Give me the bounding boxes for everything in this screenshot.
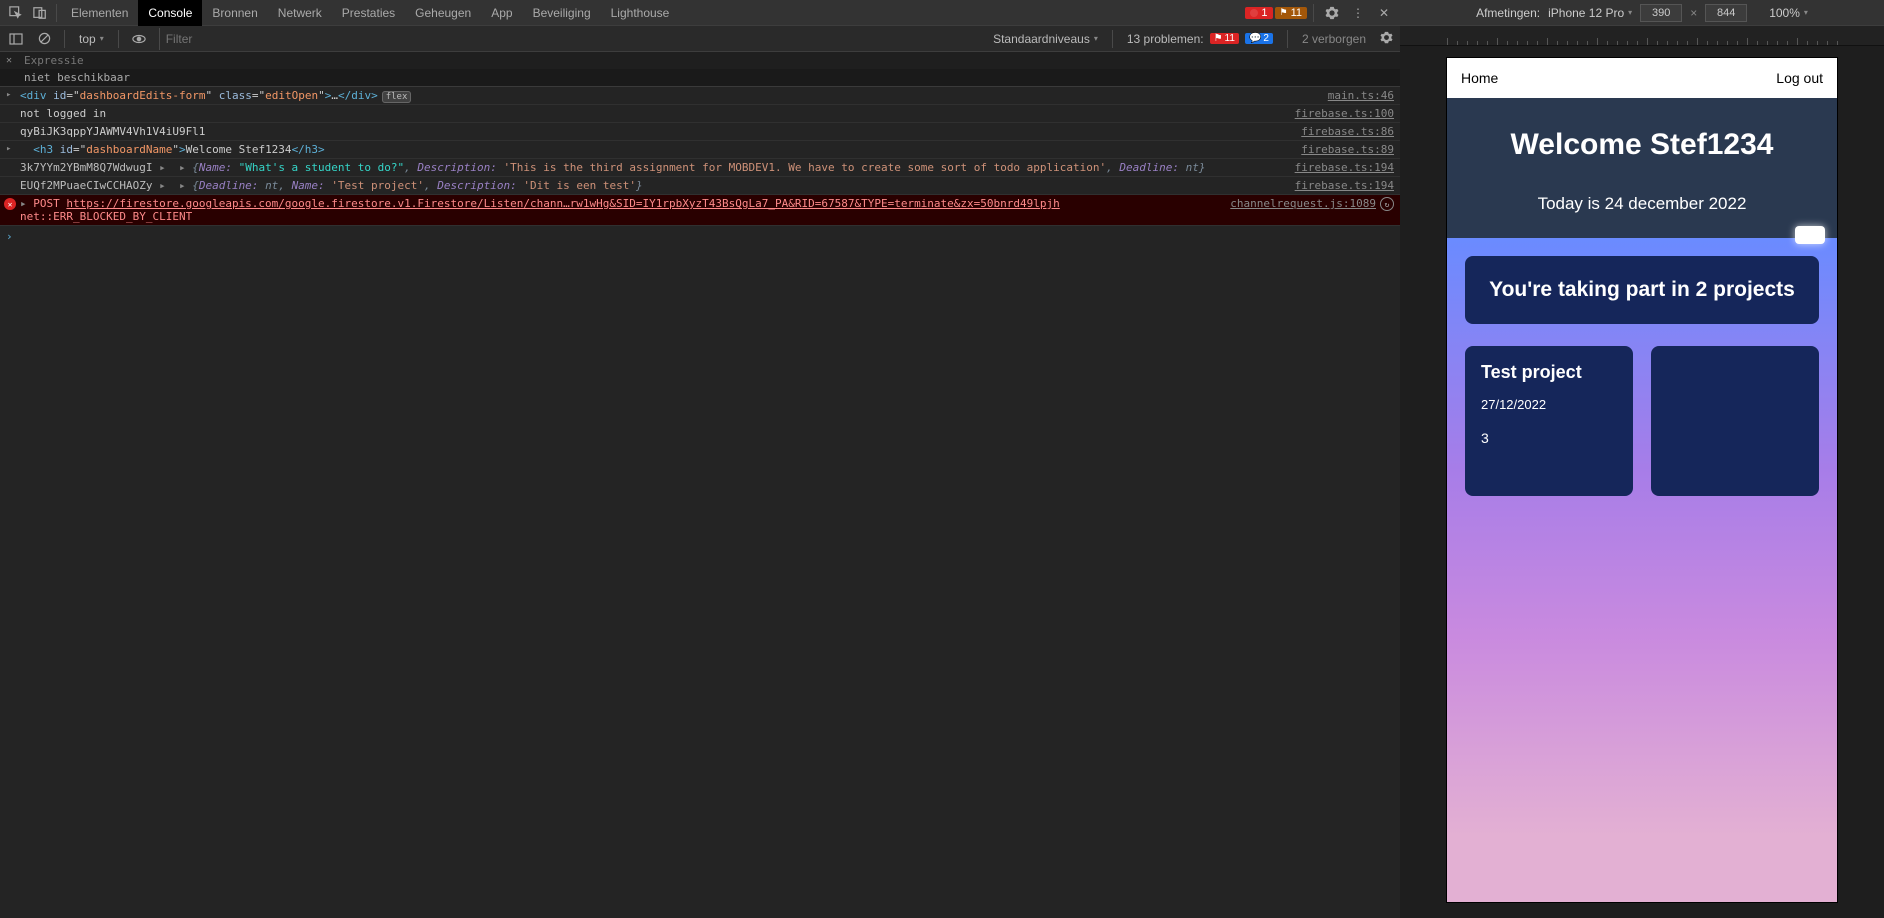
console-row[interactable]: ▸ <h3 id="dashboardName">Welcome Stef123… [0,141,1400,159]
error-icon: ✕ [4,198,16,210]
console-row[interactable]: ▸ <div id="dashboardEdits-form" class="ed… [0,87,1400,105]
ruler [1400,26,1884,46]
log-source-link[interactable]: firebase.ts:194 [1295,161,1394,174]
app-hero: Welcome Stef1234 Today is 24 december 20… [1447,98,1837,238]
app-navbar: Home Log out [1447,58,1837,98]
welcome-heading: Welcome Stef1234 [1463,128,1821,162]
phone-screen: Home Log out Welcome Stef1234 Today is 2… [1447,58,1837,902]
width-input[interactable] [1640,4,1682,22]
log-level-selector[interactable]: Standaardniveaus [993,32,1098,46]
projects-banner: You're taking part in 2 projects [1465,256,1819,324]
device-selector[interactable]: iPhone 12 Pro [1548,6,1632,20]
floating-button[interactable] [1795,226,1825,244]
more-icon[interactable]: ⋮ [1346,1,1370,25]
today-text: Today is 24 december 2022 [1463,194,1821,214]
tab-bronnen[interactable]: Bronnen [202,0,267,26]
hidden-count[interactable]: 2 verborgen [1302,32,1366,46]
log-source-link[interactable]: channelrequest.js:1089 [1230,197,1376,210]
log-source-link[interactable]: firebase.ts:100 [1295,107,1394,120]
filter-input[interactable] [159,28,989,50]
stack-icon[interactable]: ↻ [1380,197,1394,211]
inspect-icon[interactable] [4,1,28,25]
log-content: <h3 id="dashboardName">Welcome Stef1234<… [20,143,1291,156]
tab-geheugen[interactable]: Geheugen [405,0,481,26]
issues-count[interactable]: 13 problemen: ⚑ 11 💬 2 [1127,32,1273,46]
device-toolbar: Afmetingen: iPhone 12 Pro × 100% [1400,0,1884,26]
warning-badge[interactable]: 11 [1275,7,1308,19]
tab-console[interactable]: Console [138,0,202,26]
close-expression-icon[interactable]: ✕ [6,55,12,66]
live-expression[interactable]: ✕ Expressie [0,52,1400,69]
log-content: <div id="dashboardEdits-form" class="edi… [20,89,1318,102]
live-expression-result: niet beschikbaar [0,69,1400,87]
console-row[interactable]: EUQf2MPuaeCIwCCHAOZy ▸ ▸ {Deadline: nt, … [0,177,1400,195]
device-viewport: Home Log out Welcome Stef1234 Today is 2… [1400,46,1884,918]
log-source-link[interactable]: firebase.ts:89 [1301,143,1394,156]
devtools-panel: ElementenConsoleBronnenNetwerkPrestaties… [0,0,1400,918]
error-badge[interactable]: 1 [1245,7,1272,19]
console-row[interactable]: qyBiJK3qppYJAWMV4Vh1V4iU9Fl1 firebase.ts:… [0,123,1400,141]
log-content: EUQf2MPuaeCIwCCHAOZy ▸ ▸ {Deadline: nt, … [20,179,1285,192]
log-content: qyBiJK3qppYJAWMV4Vh1V4iU9Fl1 [20,125,1291,138]
toggle-sidebar-icon[interactable] [4,27,28,51]
tab-prestaties[interactable]: Prestaties [332,0,405,26]
tab-netwerk[interactable]: Netwerk [268,0,332,26]
console-prompt[interactable]: › [0,226,1400,247]
projects-grid: Test project 27/12/2022 3 [1465,346,1819,496]
log-content: ▸ POST https://firestore.googleapis.com/… [20,197,1220,223]
close-icon[interactable]: ✕ [1372,1,1396,25]
tab-elementen[interactable]: Elementen [61,0,138,26]
live-expression-icon[interactable] [127,27,151,51]
console-output: ▸ <div id="dashboardEdits-form" class="ed… [0,87,1400,918]
context-selector[interactable]: top [73,29,110,49]
project-card-empty[interactable] [1651,346,1819,496]
expand-icon[interactable]: ▸ [6,90,11,100]
log-source-link[interactable]: firebase.ts:86 [1301,125,1394,138]
nav-home-link[interactable]: Home [1461,70,1498,86]
log-source-link[interactable]: firebase.ts:194 [1295,179,1394,192]
flex-badge[interactable]: flex [382,91,412,103]
height-input[interactable] [1705,4,1747,22]
project-count: 3 [1481,430,1617,446]
expand-icon[interactable]: ▸ [6,144,11,154]
clear-console-icon[interactable] [32,27,56,51]
console-toolbar: top Standaardniveaus 13 problemen: ⚑ 11 … [0,26,1400,52]
console-settings-icon[interactable] [1376,31,1396,47]
project-date: 27/12/2022 [1481,397,1617,412]
dimensions-label: Afmetingen: [1476,6,1540,20]
main-tabs: ElementenConsoleBronnenNetwerkPrestaties… [0,0,1400,26]
zoom-selector[interactable]: 100% [1769,6,1808,20]
project-card[interactable]: Test project 27/12/2022 3 [1465,346,1633,496]
console-row[interactable]: ✕ ▸ POST https://firestore.googleapis.com… [0,195,1400,226]
device-toggle-icon[interactable] [28,1,52,25]
dimension-separator: × [1690,6,1697,20]
tab-beveiliging[interactable]: Beveiliging [523,0,601,26]
console-row[interactable]: not logged in firebase.ts:100 [0,105,1400,123]
device-panel: Afmetingen: iPhone 12 Pro × 100% Home Lo… [1400,0,1884,918]
nav-logout-link[interactable]: Log out [1776,70,1823,86]
app-content: You're taking part in 2 projects Test pr… [1447,238,1837,902]
console-row[interactable]: 3k7YYm2YBmM8Q7WdwugI ▸ ▸ {Name: "What's … [0,159,1400,177]
log-source-link[interactable]: main.ts:46 [1328,89,1394,102]
tab-lighthouse[interactable]: Lighthouse [601,0,680,26]
log-content: 3k7YYm2YBmM8Q7WdwugI ▸ ▸ {Name: "What's … [20,161,1285,174]
project-title: Test project [1481,362,1617,383]
tab-app[interactable]: App [481,0,522,26]
settings-icon[interactable] [1320,1,1344,25]
log-content: not logged in [20,107,1285,120]
